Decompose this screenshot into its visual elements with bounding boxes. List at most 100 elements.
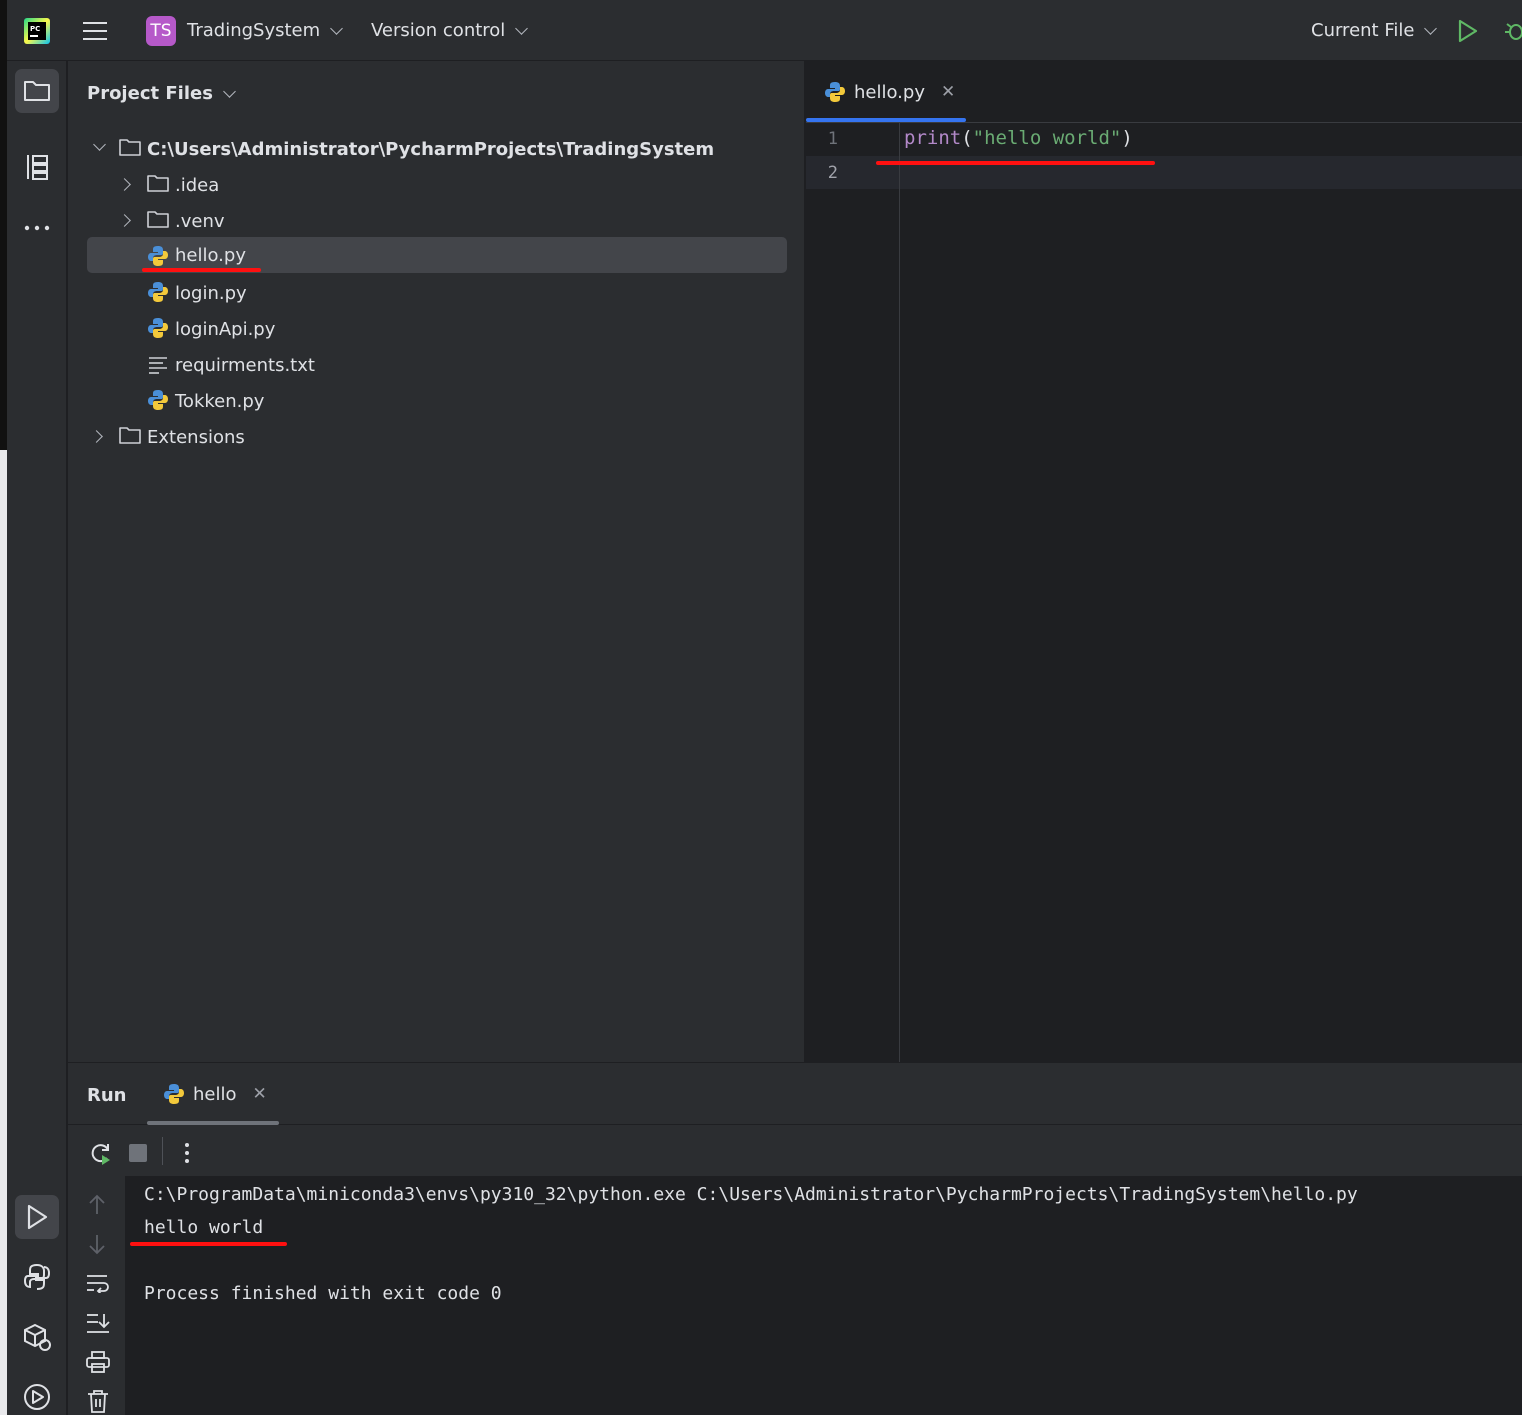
- annotation-underline: [130, 1242, 287, 1246]
- run-tab-hello[interactable]: hello ✕: [163, 1063, 267, 1125]
- tree-item-label: Tokken.py: [175, 390, 265, 412]
- desktop-edge: [0, 0, 7, 1415]
- line-number: 1: [827, 129, 838, 149]
- folder-icon: [147, 210, 169, 228]
- packages-icon: [24, 1323, 51, 1351]
- project-selector[interactable]: TS TradingSystem: [146, 0, 344, 61]
- close-icon[interactable]: ✕: [253, 1084, 267, 1104]
- editor-tab-hello-py[interactable]: hello.py ✕: [824, 61, 955, 123]
- run-button[interactable]: [1457, 0, 1479, 61]
- tool-window-strip: [7, 61, 67, 1415]
- debug-button[interactable]: [1505, 0, 1522, 61]
- bug-icon: [1505, 22, 1522, 40]
- tree-item-label: Extensions: [147, 426, 245, 448]
- more-vertical-icon[interactable]: [184, 1142, 190, 1168]
- code-line[interactable]: print("hello world"): [904, 127, 1133, 149]
- console-output[interactable]: C:\ProgramData\miniconda3\envs\py310_32\…: [125, 1176, 1522, 1415]
- console-output-line: hello world: [144, 1217, 264, 1238]
- tree-root[interactable]: C:\Users\Administrator\PycharmProjects\T…: [87, 131, 787, 167]
- text-file-icon: [148, 356, 168, 374]
- python-file-icon: [163, 1083, 185, 1105]
- print-icon[interactable]: [86, 1351, 110, 1377]
- vcs-label: Version control: [371, 20, 506, 41]
- project-panel-title[interactable]: Project Files: [87, 83, 236, 104]
- chevron-down-icon: [223, 84, 236, 98]
- stop-icon[interactable]: [129, 1144, 147, 1162]
- gutter-divider: [899, 123, 900, 1062]
- python-file-icon: [147, 281, 169, 303]
- more-tools-button[interactable]: [15, 206, 59, 250]
- folder-icon: [147, 174, 169, 192]
- close-icon[interactable]: ✕: [941, 82, 955, 102]
- chevron-down-icon: [330, 21, 344, 35]
- run-panel-header: Run hello ✕: [68, 1063, 1522, 1125]
- rerun-icon[interactable]: [89, 1141, 113, 1169]
- run-config-label: Current File: [1311, 20, 1415, 41]
- code-string: "hello world": [972, 127, 1122, 149]
- chevron-right-icon: [118, 178, 131, 191]
- structure-tool-button[interactable]: [15, 145, 59, 189]
- scroll-to-end-icon[interactable]: [86, 1312, 110, 1338]
- more-icon: [24, 225, 50, 231]
- chevron-right-icon: [118, 214, 131, 227]
- tree-item-idea[interactable]: .idea: [87, 167, 787, 203]
- chevron-down-icon: [515, 21, 529, 35]
- chevron-down-icon: [93, 138, 106, 151]
- project-tool-button[interactable]: [15, 69, 59, 113]
- code-paren: (: [961, 127, 973, 149]
- run-tool-button[interactable]: [15, 1195, 59, 1239]
- trash-icon[interactable]: [87, 1389, 109, 1415]
- run-toolbar: [68, 1126, 1522, 1176]
- vcs-menu[interactable]: Version control: [371, 0, 529, 61]
- project-panel-title-label: Project Files: [87, 83, 213, 104]
- folder-icon: [119, 426, 141, 444]
- tree-item-label: requirments.txt: [175, 354, 315, 376]
- arrow-down-icon[interactable]: [87, 1233, 107, 1259]
- main-menu-icon[interactable]: [82, 0, 108, 61]
- line-number: 2: [827, 163, 838, 183]
- run-config-selector[interactable]: Current File: [1311, 0, 1438, 61]
- tree-item-label: loginApi.py: [175, 318, 276, 340]
- editor-tab-bar: hello.py ✕: [806, 61, 1522, 123]
- tree-item-login-py[interactable]: login.py: [87, 275, 787, 311]
- annotation-underline: [876, 161, 1155, 165]
- python-file-icon: [147, 389, 169, 411]
- python-file-icon: [147, 245, 169, 267]
- tree-item-loginapi-py[interactable]: loginApi.py: [87, 311, 787, 347]
- soft-wrap-icon[interactable]: [86, 1273, 110, 1297]
- arrow-up-icon[interactable]: [87, 1194, 107, 1220]
- project-name: TradingSystem: [187, 20, 321, 41]
- svg-text:PC: PC: [30, 25, 40, 33]
- python-file-icon: [147, 317, 169, 339]
- chevron-right-icon: [90, 430, 103, 443]
- tree-item-requirments-txt[interactable]: requirments.txt: [87, 347, 787, 383]
- pycharm-logo-icon[interactable]: PC: [24, 0, 50, 61]
- console-command-line: C:\ProgramData\miniconda3\envs\py310_32\…: [144, 1184, 1358, 1205]
- tree-item-label: .venv: [175, 210, 225, 232]
- tree-root-label: C:\Users\Administrator\PycharmProjects\T…: [147, 138, 715, 160]
- tree-item-tokken-py[interactable]: Tokken.py: [87, 383, 787, 419]
- project-badge: TS: [146, 15, 176, 46]
- annotation-underline: [142, 268, 261, 272]
- active-tab-indicator: [806, 118, 966, 122]
- tree-item-venv[interactable]: .venv: [87, 203, 787, 239]
- play-icon: [27, 1204, 48, 1230]
- python-console-button[interactable]: [15, 1255, 59, 1299]
- python-icon: [23, 1263, 51, 1290]
- toolbar-separator: [162, 1137, 163, 1165]
- folder-icon: [24, 81, 50, 101]
- python-file-icon: [824, 81, 846, 103]
- console-side-toolbar: [68, 1176, 125, 1415]
- python-packages-button[interactable]: [15, 1315, 59, 1359]
- tree-item-label: .idea: [175, 174, 220, 196]
- chevron-down-icon: [1424, 21, 1438, 35]
- tree-item-extensions[interactable]: Extensions: [87, 419, 787, 455]
- editor-tab-label: hello.py: [854, 81, 925, 103]
- run-tab-label: hello: [193, 1083, 237, 1105]
- services-button[interactable]: [15, 1375, 59, 1415]
- title-bar: PC TS TradingSystem Version control Curr…: [7, 0, 1522, 61]
- editor: hello.py ✕ 1 2 print("hello world"): [806, 61, 1522, 1062]
- run-panel: Run hello ✕ C:\ProgramData\miniconda3\en…: [68, 1062, 1522, 1415]
- tree-item-label: hello.py: [175, 244, 246, 266]
- folder-icon: [119, 138, 141, 156]
